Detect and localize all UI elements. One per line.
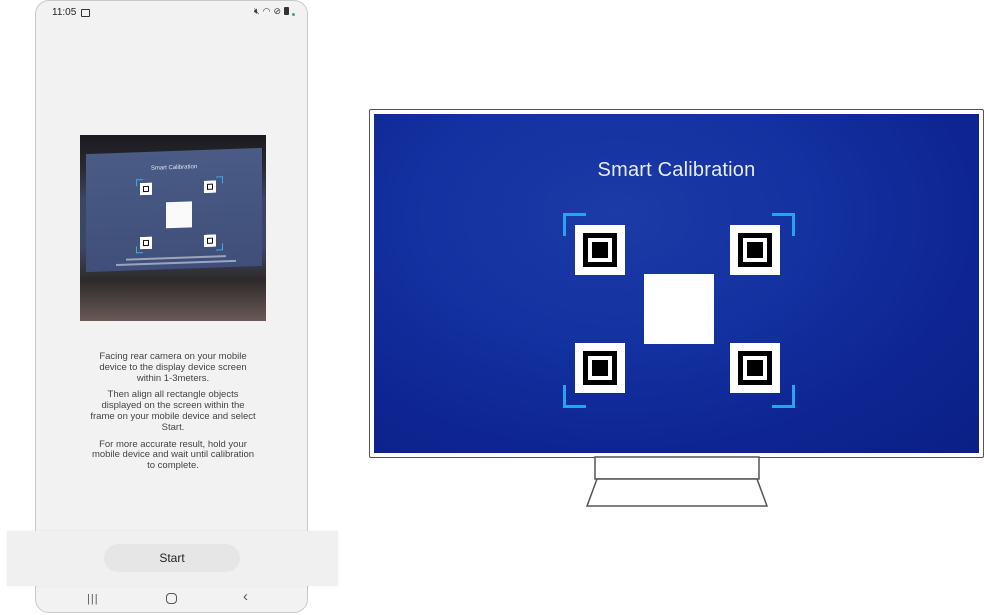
preview-marker-top-left <box>140 182 152 196</box>
status-bar: 11:05 🔇︎ ◠ ⊘ <box>36 1 307 25</box>
instruction-step-2: Then align all rectangle objects display… <box>90 389 256 433</box>
photo-icon <box>81 9 90 17</box>
instruction-step-1: Facing rear camera on your mobile device… <box>99 351 247 384</box>
preview-center-square <box>166 201 192 229</box>
home-icon[interactable] <box>166 593 177 604</box>
preview-bracket-top-right <box>216 176 223 184</box>
preview-bracket-bottom-right <box>216 243 223 251</box>
battery-icon <box>284 7 289 15</box>
preview-marker-bottom-left <box>140 236 152 250</box>
calibration-marker-bottom-right <box>730 343 780 393</box>
status-time: 11:05 <box>52 7 77 18</box>
calibration-center-square <box>644 274 714 344</box>
preview-tv-screen: Smart Calibration <box>86 147 262 273</box>
tv-screen: Smart Calibration <box>374 114 979 453</box>
wifi-icon: ◠ <box>262 6 271 16</box>
tv-frame: Smart Calibration <box>369 109 984 458</box>
charging-dot-icon <box>292 12 295 16</box>
calibration-marker-bottom-left <box>575 343 625 393</box>
calibration-marker-top-right <box>730 225 780 275</box>
preview-marker-bottom-right <box>204 234 216 247</box>
instruction-step-3: For more accurate result, hold your mobi… <box>91 438 255 472</box>
tv-title: Smart Calibration <box>597 159 756 181</box>
preview-title: Smart Calibration <box>150 164 198 172</box>
navigation-bar: ||| ‹ <box>35 586 308 612</box>
back-icon[interactable]: ‹ <box>243 589 248 605</box>
mute-icon: 🔇︎ <box>253 6 260 16</box>
camera-preview: Smart Calibration <box>80 135 266 321</box>
calibration-marker-top-left <box>575 225 625 275</box>
preview-text-line <box>116 259 236 267</box>
instructions: Facing rear camera on your mobile device… <box>88 351 258 478</box>
recents-icon[interactable]: ||| <box>87 591 99 607</box>
status-icons: 🔇︎ ◠ ⊘ <box>254 6 295 16</box>
preview-marker-top-right <box>204 180 216 193</box>
phone-mockup: 11:05 🔇︎ ◠ ⊘ Smart Calibration Facing re… <box>35 0 308 613</box>
tv-stand <box>585 456 769 507</box>
start-button[interactable]: Start <box>104 544 240 572</box>
start-panel: Start <box>7 531 338 586</box>
do-not-disturb-icon: ⊘ <box>273 6 281 16</box>
